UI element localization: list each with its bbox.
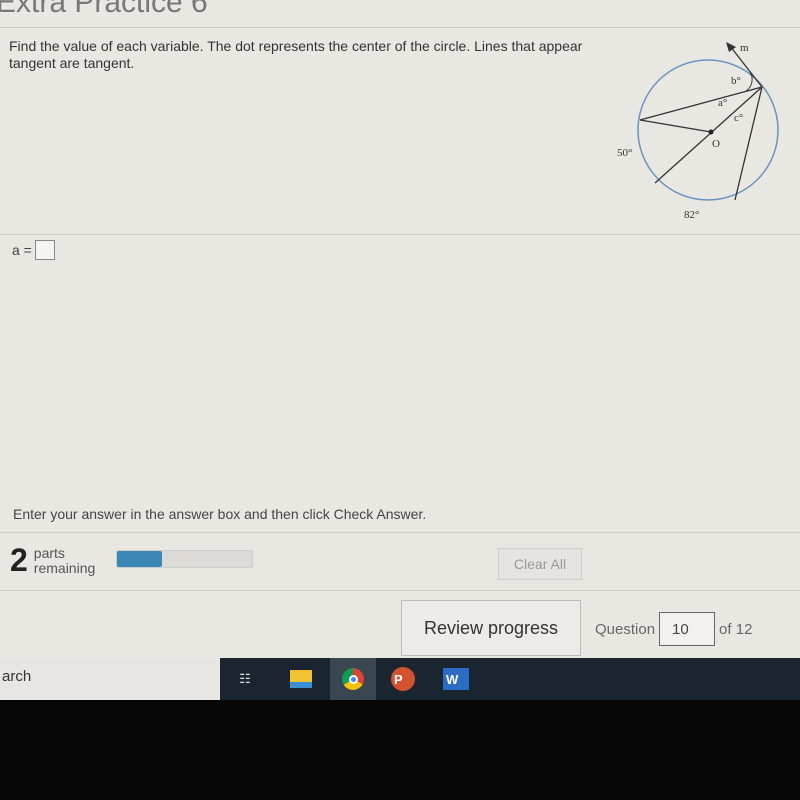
powerpoint-icon[interactable]: P (390, 666, 416, 692)
parts-remaining: 2 parts remaining (10, 542, 95, 579)
answer-row: a = (12, 240, 55, 260)
progress-bar (116, 550, 253, 568)
parts-count: 2 (10, 542, 28, 578)
label-arc-50: 50° (617, 147, 632, 159)
chord-line (734, 86, 763, 201)
label-c: c° (734, 112, 743, 124)
arrow-icon (726, 42, 736, 52)
parts-label: parts (33, 544, 65, 561)
task-view-icon[interactable]: ☷ (232, 666, 258, 692)
page-title: Extra Practice 6 (0, 0, 208, 19)
remaining-label: remaining (33, 559, 96, 576)
radius-line (639, 119, 712, 133)
question-navigator: Question of 12 (595, 612, 752, 646)
divider (0, 532, 800, 533)
taskbar: arch ☷ P W (0, 658, 800, 700)
angle-arc (745, 71, 753, 92)
divider (0, 234, 800, 235)
instruction-text: Enter your answer in the answer box and … (13, 506, 427, 522)
label-center: O (712, 138, 720, 150)
label-a: a° (718, 97, 727, 109)
word-icon[interactable]: W (443, 666, 469, 692)
screen-bezel (0, 700, 800, 800)
center-dot (708, 129, 714, 135)
taskbar-search[interactable]: arch (0, 658, 220, 700)
label-arc-82: 82° (684, 209, 699, 221)
question-number-input[interactable] (659, 612, 716, 646)
label-m: m (740, 42, 749, 54)
label-b: b° (731, 75, 741, 87)
file-explorer-icon[interactable] (288, 666, 314, 692)
review-progress-button[interactable]: Review progress (401, 600, 581, 656)
answer-label: a = (12, 242, 32, 258)
question-label: Question (595, 620, 656, 638)
clear-all-button[interactable]: Clear All (498, 548, 582, 580)
answer-input[interactable] (34, 240, 55, 260)
question-total: of 12 (719, 620, 753, 638)
chrome-icon[interactable] (330, 658, 376, 700)
question-prompt: Find the value of each variable. The dot… (9, 38, 583, 71)
header-bar: Extra Practice 6 (0, 0, 800, 28)
circle-diagram: m b° a° c° O 50° 82° (617, 42, 779, 221)
progress-fill (117, 551, 162, 567)
divider (0, 590, 800, 591)
